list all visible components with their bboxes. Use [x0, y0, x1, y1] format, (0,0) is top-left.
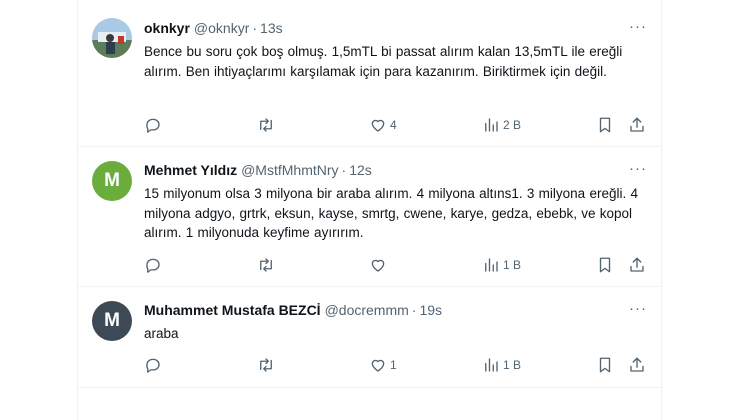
like-button[interactable] — [369, 255, 390, 275]
more-options-icon[interactable]: ··· — [629, 18, 647, 35]
share-button[interactable] — [628, 255, 646, 275]
share-icon — [630, 257, 644, 272]
tweet-actions: 4 2 B — [144, 115, 647, 135]
tweet-header: Mehmet Yıldız @MstfMhmtNry · 12s — [144, 161, 647, 179]
views-button[interactable]: 1 B — [482, 355, 521, 375]
tweet[interactable]: M Muhammet Mustafa BEZCİ @docremmm · 19s… — [78, 287, 661, 388]
tweet[interactable]: M Mehmet Yıldız @MstfMhmtNry · 12s ··· 1… — [78, 147, 661, 287]
author-name[interactable]: Mehmet Yıldız — [144, 161, 237, 179]
tweet-feed: oknkyr @oknkyr · 13s ··· Bence bu soru ç… — [77, 0, 662, 420]
bookmark-icon — [599, 117, 611, 133]
retweet-icon — [260, 358, 272, 372]
like-button[interactable]: 4 — [369, 115, 397, 135]
author-handle[interactable]: @MstfMhmtNry — [241, 161, 338, 179]
author-name[interactable]: oknkyr — [144, 19, 190, 37]
heart-icon — [371, 359, 385, 372]
retweet-button[interactable] — [257, 255, 278, 275]
separator-dot: · — [411, 302, 417, 318]
share-icon — [630, 117, 644, 132]
avatar-photo — [92, 18, 132, 58]
avatar-letter: M — [104, 170, 120, 191]
bookmark-button[interactable] — [596, 255, 614, 275]
heart-icon — [371, 259, 385, 272]
avatar[interactable]: M — [92, 301, 132, 341]
like-count: 1 — [390, 358, 397, 372]
retweet-icon — [260, 258, 272, 272]
heart-icon — [371, 119, 385, 132]
view-count: 1 B — [503, 258, 522, 272]
retweet-button[interactable] — [257, 115, 278, 135]
views-chart-icon — [485, 358, 498, 372]
views-button[interactable]: 1 B — [482, 255, 521, 275]
view-count: 2 B — [503, 118, 522, 132]
more-options-icon[interactable]: ··· — [629, 300, 647, 317]
retweet-icon — [260, 118, 272, 132]
reply-icon — [146, 358, 160, 373]
views-chart-icon — [485, 258, 498, 272]
share-button[interactable] — [628, 115, 646, 135]
share-button[interactable] — [628, 355, 646, 375]
views-button[interactable]: 2 B — [482, 115, 521, 135]
more-options-icon[interactable]: ··· — [629, 160, 647, 177]
views-chart-icon — [485, 118, 498, 132]
like-count: 4 — [390, 118, 397, 132]
share-icon — [630, 357, 644, 372]
author-name[interactable]: Muhammet Mustafa BEZCİ — [144, 301, 321, 319]
bookmark-icon — [599, 257, 611, 273]
tweet-text: Bence bu soru çok boş olmuş. 1,5mTL bi p… — [144, 44, 623, 79]
tweet[interactable]: oknkyr @oknkyr · 13s ··· Bence bu soru ç… — [78, 0, 661, 147]
timestamp[interactable]: 13s — [260, 19, 283, 37]
tweet-actions: 1 B — [144, 255, 647, 275]
reply-icon — [146, 118, 160, 133]
bookmark-button[interactable] — [596, 115, 614, 135]
separator-dot: · — [341, 162, 347, 178]
author-handle[interactable]: @docremmm — [325, 301, 409, 319]
avatar-letter: M — [104, 310, 120, 331]
tweet-actions: 1 1 B — [144, 355, 647, 375]
timestamp[interactable]: 19s — [419, 301, 442, 319]
view-count: 1 B — [503, 358, 522, 372]
reply-icon — [146, 258, 160, 273]
like-button[interactable]: 1 — [369, 355, 397, 375]
avatar[interactable]: M — [92, 161, 132, 201]
avatar[interactable] — [92, 18, 132, 58]
separator-dot: · — [252, 20, 258, 36]
tweet-header: oknkyr @oknkyr · 13s — [144, 19, 647, 37]
tweet-header: Muhammet Mustafa BEZCİ @docremmm · 19s — [144, 301, 647, 319]
tweet-text: 15 milyonum olsa 3 milyona bir araba alı… — [144, 186, 638, 240]
retweet-button[interactable] — [257, 355, 278, 375]
reply-button[interactable] — [144, 115, 165, 135]
reply-button[interactable] — [144, 355, 165, 375]
author-handle[interactable]: @oknkyr — [194, 19, 249, 37]
bookmark-button[interactable] — [596, 355, 614, 375]
bookmark-icon — [599, 357, 611, 373]
timestamp[interactable]: 12s — [349, 161, 372, 179]
reply-button[interactable] — [144, 255, 165, 275]
tweet-text: araba — [144, 326, 179, 341]
